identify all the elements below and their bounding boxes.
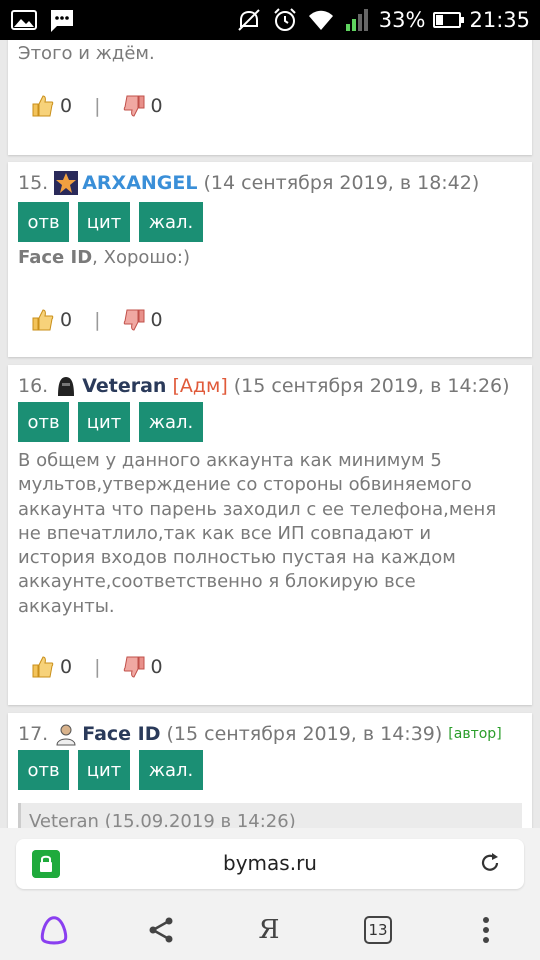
thumb-up-icon[interactable]	[32, 94, 54, 118]
signal-icon	[345, 9, 368, 31]
comment-card: 16. Veteran [Адм] (15 сентября 2019, в 1…	[8, 365, 532, 705]
comment-card: 17. Face ID (15 сентября 2019, в 14:39) …	[8, 713, 532, 828]
reply-button[interactable]: отв	[18, 202, 69, 242]
avatar[interactable]	[54, 374, 79, 398]
thumb-down-icon[interactable]	[123, 308, 145, 332]
vote-row: 0 | 0	[32, 308, 163, 332]
comment-card: Этого и ждём. 0 | 0	[8, 40, 532, 155]
comment-header: 15. ARXANGEL (14 сентября 2019, в 18:42)	[18, 171, 479, 195]
message-icon	[51, 10, 73, 32]
comment-line: аккаунта что парень заходил с ее телефон…	[18, 498, 497, 520]
share-icon[interactable]	[145, 914, 177, 946]
reply-button[interactable]: отв	[18, 750, 69, 790]
thumb-down-icon[interactable]	[123, 655, 145, 679]
comment-text: Face ID, Хорошо:)	[18, 246, 498, 270]
mention[interactable]: Face ID	[18, 247, 92, 268]
username[interactable]: Veteran	[82, 375, 166, 397]
likes-count: 0	[60, 95, 73, 117]
comment-actions: отв цит жал.	[18, 202, 203, 242]
battery-icon	[433, 12, 465, 28]
vote-separator: |	[94, 95, 101, 117]
quote-button[interactable]: цит	[78, 202, 130, 242]
comment-text-body: , Хорошо:)	[92, 247, 190, 268]
comment-header: 17. Face ID (15 сентября 2019, в 14:39) …	[18, 722, 502, 746]
alarm-icon	[274, 8, 296, 31]
report-button[interactable]: жал.	[139, 402, 203, 442]
tabs-count: 13	[364, 916, 392, 944]
avatar[interactable]	[54, 171, 79, 195]
comment-date: (14 сентября 2019, в 18:42)	[203, 172, 480, 194]
username[interactable]: ARXANGEL	[82, 172, 197, 194]
comment-actions: отв цит жал.	[18, 402, 203, 442]
vote-separator: |	[94, 309, 101, 331]
status-bar: 33% 21:35	[0, 0, 540, 40]
comment-list[interactable]: Этого и ждём. 0 | 0 15. ARXANGEL (14 сен…	[0, 40, 540, 828]
wifi-icon	[308, 10, 333, 30]
quote-button[interactable]: цит	[78, 750, 130, 790]
thumb-down-icon[interactable]	[123, 94, 145, 118]
dislikes-count: 0	[150, 656, 163, 678]
comment-number: 15.	[18, 172, 49, 194]
comment-text: Этого и ждём.	[18, 43, 155, 64]
address-bar-container: bymas.ru	[0, 828, 540, 900]
comment-actions: отв цит жал.	[18, 750, 203, 790]
address-bar[interactable]: bymas.ru	[16, 839, 524, 889]
dislikes-count: 0	[150, 95, 163, 117]
comment-number: 16.	[18, 375, 49, 397]
menu-icon[interactable]	[470, 914, 502, 946]
vote-separator: |	[94, 656, 101, 678]
yandex-icon[interactable]: Я	[253, 914, 285, 946]
author-badge: [автор]	[448, 726, 502, 742]
comment-line: мультов,утверждение со стороны обвиняемо…	[18, 474, 472, 496]
comment-text: В общем у данного аккаунта как минимум 5…	[18, 449, 498, 619]
report-button[interactable]: жал.	[139, 202, 203, 242]
bottom-nav: Я 13	[0, 900, 540, 960]
quote-button[interactable]: цит	[78, 402, 130, 442]
comment-number: 17.	[18, 723, 49, 745]
comment-date: (15 сентября 2019, в 14:39)	[166, 723, 443, 745]
gallery-icon	[11, 10, 37, 30]
thumb-up-icon[interactable]	[32, 655, 54, 679]
likes-count: 0	[60, 656, 73, 678]
dislikes-count: 0	[150, 309, 163, 331]
vote-row: 0 | 0	[32, 94, 163, 118]
username[interactable]: Face ID	[82, 723, 160, 745]
comment-date: (15 сентября 2019, в 14:26)	[233, 375, 510, 397]
comment-header: 16. Veteran [Адм] (15 сентября 2019, в 1…	[18, 374, 510, 398]
reload-icon[interactable]	[478, 851, 502, 875]
mute-icon	[238, 9, 260, 31]
comment-line: аккаунты.	[18, 595, 115, 617]
reply-button[interactable]: отв	[18, 402, 69, 442]
battery-percent: 33%	[378, 8, 426, 32]
comment-card: 15. ARXANGEL (14 сентября 2019, в 18:42)…	[8, 162, 532, 357]
comment-line: аккаунте,соответственно я блокирую все	[18, 571, 416, 593]
tabs-icon[interactable]: 13	[362, 914, 394, 946]
admin-badge: [Адм]	[172, 375, 228, 397]
likes-count: 0	[60, 309, 73, 331]
url-text[interactable]: bymas.ru	[16, 851, 524, 875]
thumb-up-icon[interactable]	[32, 308, 54, 332]
comment-line: В общем у данного аккаунта как минимум 5	[18, 450, 442, 471]
quote-block: Veteran (15.09.2019 в 14:26)	[18, 803, 522, 828]
alice-icon[interactable]	[38, 914, 70, 946]
report-button[interactable]: жал.	[139, 750, 203, 790]
comment-line: не впечатлило,так как все ИП совпадают и	[18, 522, 432, 544]
avatar[interactable]	[54, 722, 79, 746]
clock: 21:35	[469, 8, 530, 32]
vote-row: 0 | 0	[32, 655, 163, 679]
comment-line: история входов полностью пустая на каждо…	[18, 547, 456, 569]
